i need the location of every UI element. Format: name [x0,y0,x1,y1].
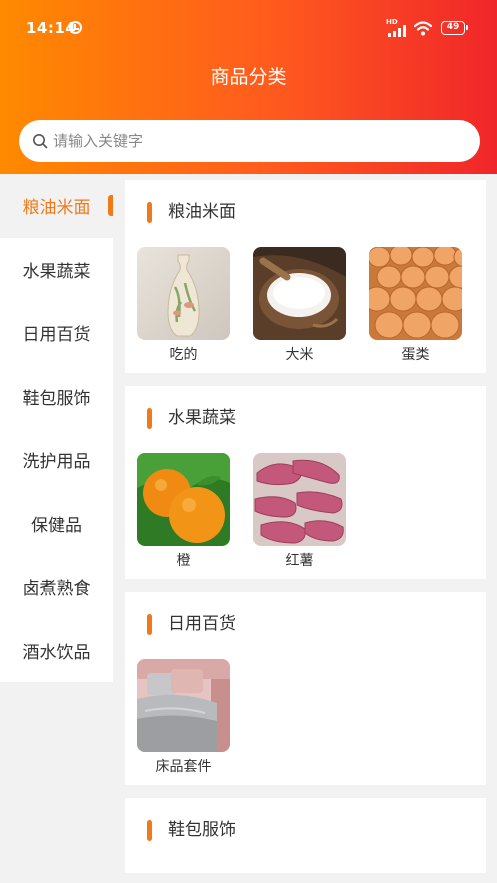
eggs-image [369,247,462,340]
product-name: 床品套件 [155,759,212,775]
section-header: 粮油米面 [125,180,486,247]
rice-image [253,247,346,340]
category-section: 水果蔬菜 橙 红薯 [125,386,486,579]
product-item[interactable]: 吃的 [137,247,230,365]
product-grid: 吃的 大米 蛋类 [125,247,486,365]
product-name: 红薯 [285,553,314,569]
signal-icon [388,25,408,37]
sidebar-item-health[interactable]: 保健品 [0,491,113,555]
product-grid: 橙 红薯 [125,453,486,571]
product-item[interactable]: 橙 [137,453,230,571]
product-item[interactable]: 床品套件 [137,659,230,777]
section-accent-bar [147,202,152,223]
sidebar-item-daily-goods[interactable]: 日用百货 [0,301,113,365]
sidebar-item-label: 粮油米面 [22,198,91,219]
section-title: 粮油米面 [168,202,236,222]
sidebar-item-label: 卤煮熟食 [22,579,91,600]
sidebar-item-label: 保健品 [31,515,82,536]
section-header: 水果蔬菜 [125,386,486,453]
alarm-clock-icon [69,21,82,34]
product-name: 橙 [176,553,191,569]
sidebar-item-label: 洗护用品 [22,452,91,473]
page-title: 商品分类 [210,66,287,88]
sidebar-item-label: 水果蔬菜 [22,261,91,282]
sidebar-item-grain-oil[interactable]: 粮油米面 [0,174,113,238]
product-item[interactable]: 蛋类 [369,247,462,365]
section-accent-bar [147,614,152,635]
category-sidebar: 粮油米面 水果蔬菜 日用百货 鞋包服饰 洗护用品 保健品 卤煮熟食 酒水饮品 [0,174,113,682]
section-header: 鞋包服饰 [125,798,486,865]
sidebar-item-label: 日用百货 [22,325,91,346]
status-bar: 14:14 HD 49 [0,0,497,58]
vase-image [137,247,230,340]
category-section: 日用百货 床品套件 [125,592,486,785]
section-title: 鞋包服饰 [168,820,236,840]
section-title: 日用百货 [168,614,236,634]
section-accent-bar [147,408,152,429]
category-section: 粮油米面 吃的 大米 蛋类 [125,180,486,373]
oranges-image [137,453,230,546]
product-item[interactable]: 大米 [253,247,346,365]
search-input[interactable] [53,120,463,162]
sidebar-item-shoes-bags[interactable]: 鞋包服饰 [0,364,113,428]
product-name: 蛋类 [401,347,430,363]
search-icon [33,134,48,149]
app-header: 14:14 HD 49 商品分类 [0,0,497,174]
battery-icon: 49 [441,21,468,35]
sidebar-item-fruit-veg[interactable]: 水果蔬菜 [0,237,113,301]
sweet-potato-image [253,453,346,546]
search-bar[interactable] [19,120,480,162]
section-title: 水果蔬菜 [168,408,236,428]
sidebar-item-personal-care[interactable]: 洗护用品 [0,428,113,492]
sidebar-item-label: 酒水饮品 [22,642,91,663]
category-content: 粮油米面 吃的 大米 蛋类 水果蔬菜 橙 红薯 日用百货 床品套件 鞋包服饰 [125,180,486,883]
product-name: 吃的 [169,347,198,363]
sidebar-item-deli[interactable]: 卤煮熟食 [0,555,113,619]
sidebar-item-drinks[interactable]: 酒水饮品 [0,618,113,682]
product-item[interactable]: 红薯 [253,453,346,571]
bedding-image [137,659,230,752]
wifi-icon [414,21,432,36]
product-grid: 床品套件 [125,659,486,777]
section-accent-bar [147,820,152,841]
product-name: 大米 [285,347,314,363]
category-section: 鞋包服饰 [125,798,486,873]
section-header: 日用百货 [125,592,486,659]
sidebar-item-label: 鞋包服饰 [22,388,91,409]
